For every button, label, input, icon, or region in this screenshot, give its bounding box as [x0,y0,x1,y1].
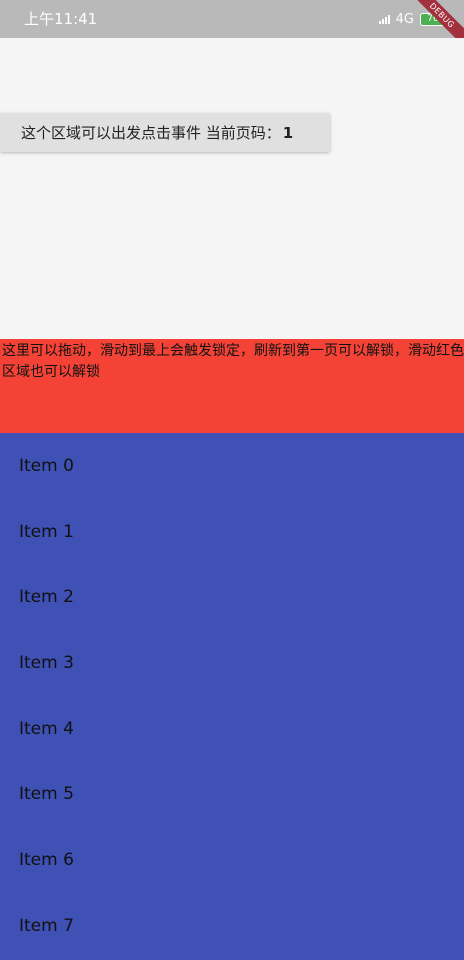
list-item[interactable]: Item 6 [0,827,464,893]
list-item-label: Item 7 [19,915,74,936]
drag-area[interactable]: 这里可以拖动，滑动到最上会触发锁定，刷新到第一页可以解锁，滑动红色区域也可以解锁 [0,339,464,433]
list-item[interactable]: Item 5 [0,761,464,827]
network-label: 4G [395,11,414,27]
list-item-label: Item 4 [19,718,74,739]
list-item[interactable]: Item 3 [0,630,464,696]
signal-icon [378,14,390,24]
tap-area: 这个区域可以出发点击事件 当前页码： 1 [0,38,464,339]
list-item[interactable]: Item 0 [0,433,464,499]
list-item-label: Item 0 [19,455,74,476]
list-item[interactable]: Item 1 [0,499,464,565]
list-item-label: Item 5 [19,784,74,805]
list-item-label: Item 3 [19,652,74,673]
list-item[interactable]: Item 2 [0,564,464,630]
status-time: 上午11:41 [24,10,98,28]
item-list[interactable]: Item 0 Item 1 Item 2 Item 3 Item 4 Item … [0,433,464,960]
list-item-label: Item 2 [19,587,74,608]
list-item-label: Item 1 [19,521,74,542]
page-tap-button[interactable]: 这个区域可以出发点击事件 当前页码： 1 [0,113,330,152]
list-item-label: Item 6 [19,849,74,870]
list-item[interactable]: Item 4 [0,696,464,762]
list-item[interactable]: Item 7 [0,893,464,959]
drag-area-text: 这里可以拖动，滑动到最上会触发锁定，刷新到第一页可以解锁，滑动红色区域也可以解锁 [2,343,464,380]
page-number: 1 [282,123,294,142]
status-bar: 上午11:41 4G 76 DEBUG [0,0,464,52]
page-button-label: 这个区域可以出发点击事件 当前页码： [21,124,281,142]
